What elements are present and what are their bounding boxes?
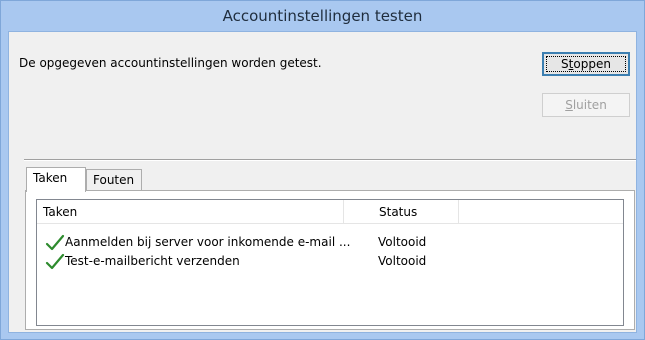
separator xyxy=(24,159,636,161)
close-label-accesskey: S xyxy=(565,98,573,112)
task-name: Aanmelden bij server voor inkomende e-ma… xyxy=(65,235,351,249)
task-status: Voltooid xyxy=(378,254,427,268)
column-header-taken[interactable]: Taken xyxy=(37,200,337,224)
title-bar[interactable]: Accountinstellingen testen xyxy=(1,1,644,31)
check-icon xyxy=(45,234,65,251)
tab-taken[interactable]: Taken xyxy=(26,167,86,192)
task-list[interactable]: Taken Status Aanmelden bij server voor i… xyxy=(36,199,624,326)
column-divider[interactable] xyxy=(458,200,459,224)
task-name: Test-e-mailbericht verzenden xyxy=(65,254,240,268)
check-icon xyxy=(45,253,65,270)
status-message: De opgegeven accountinstellingen worden … xyxy=(19,56,322,70)
focus-rectangle xyxy=(546,56,626,72)
stop-button[interactable]: Stoppen xyxy=(542,52,630,76)
column-header-status[interactable]: Status xyxy=(373,200,453,224)
dialog-body: De opgegeven accountinstellingen worden … xyxy=(8,31,637,333)
task-row[interactable]: Aanmelden bij server voor inkomende e-ma… xyxy=(37,233,623,253)
task-list-header: Taken Status xyxy=(37,200,623,224)
task-row[interactable]: Test-e-mailbericht verzenden Voltooid xyxy=(37,252,623,272)
test-account-settings-dialog: Accountinstellingen testen De opgegeven … xyxy=(0,0,645,340)
close-button[interactable]: Sluiten xyxy=(542,93,630,117)
tab-fouten-label: Fouten xyxy=(93,173,135,187)
tab-panel-taken: Taken Status Aanmelden bij server voor i… xyxy=(25,190,635,330)
task-status: Voltooid xyxy=(378,235,427,249)
column-divider[interactable] xyxy=(343,200,344,224)
tab-taken-label: Taken xyxy=(33,171,68,185)
close-label-rest: luiten xyxy=(572,98,607,112)
window-title: Accountinstellingen testen xyxy=(222,7,423,25)
tab-fouten[interactable]: Fouten xyxy=(86,169,142,191)
